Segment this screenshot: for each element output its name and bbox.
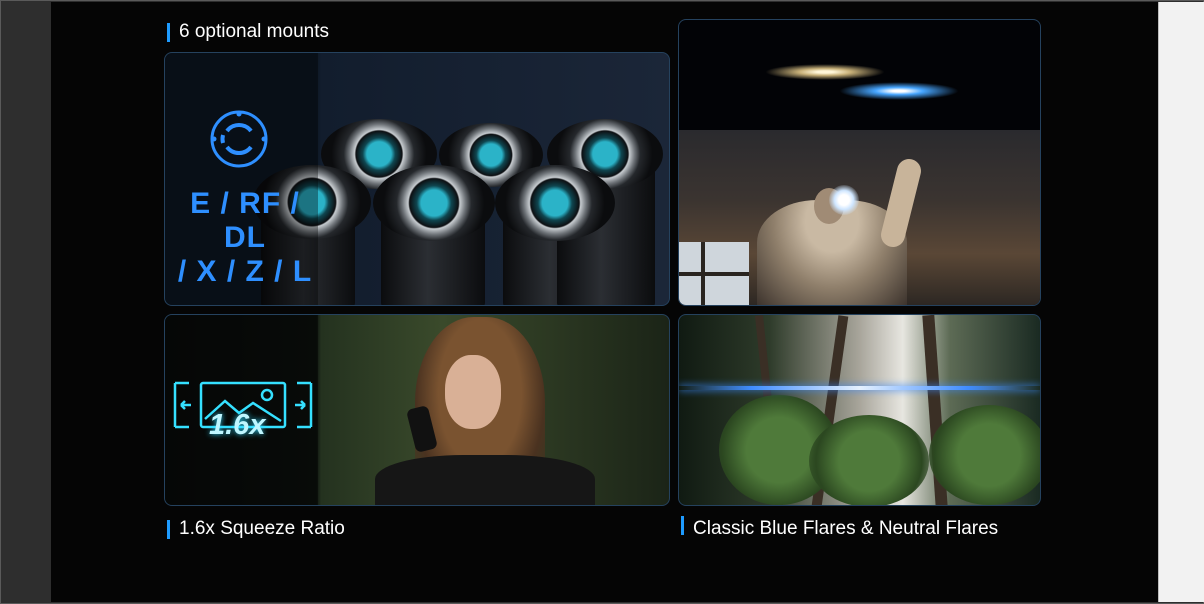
caption-squeeze-text: 1.6x Squeeze Ratio <box>179 518 345 539</box>
caption-accent-bar <box>167 23 170 42</box>
caption-squeeze: 1.6x Squeeze Ratio <box>167 518 345 540</box>
caption-accent-bar <box>681 516 684 535</box>
lens-front <box>373 165 495 241</box>
lens-front <box>495 165 615 241</box>
caption-accent-bar <box>167 520 170 539</box>
mount-list-overlay: E / RF / DL / X / Z / L <box>165 187 325 289</box>
stage-light <box>829 185 859 215</box>
mounts-image-panel: E / RF / DL / X / Z / L <box>164 52 670 306</box>
window <box>679 242 749 305</box>
caption-flares: Classic Blue Flares & Neutral Flares <box>681 516 999 540</box>
squeeze-value: 1.6x <box>209 409 266 441</box>
performer-scene <box>679 130 1040 305</box>
foliage <box>929 405 1040 505</box>
blue-flare <box>839 82 959 100</box>
squeeze-image-panel: 1.6x <box>164 314 670 506</box>
mount-list-line-1: E / RF / DL <box>190 187 300 254</box>
woman-face <box>445 355 501 429</box>
performer-arm <box>878 156 924 250</box>
flares-image-panel <box>678 19 1041 306</box>
caption-mounts-text: 6 optional mounts <box>179 21 329 42</box>
foliage <box>809 415 929 505</box>
blue-flare-streak <box>679 386 1040 390</box>
woman-body <box>375 455 595 505</box>
neutral-flare <box>765 64 885 80</box>
mount-ring-icon <box>210 110 268 168</box>
caption-mounts: 6 optional mounts <box>167 21 329 43</box>
mount-list-line-2: / X / Z / L <box>177 255 313 288</box>
forest-flare-panel <box>678 314 1041 506</box>
right-gutter <box>1158 2 1204 602</box>
caption-flares-text: Classic Blue Flares & Neutral Flares <box>693 518 999 539</box>
